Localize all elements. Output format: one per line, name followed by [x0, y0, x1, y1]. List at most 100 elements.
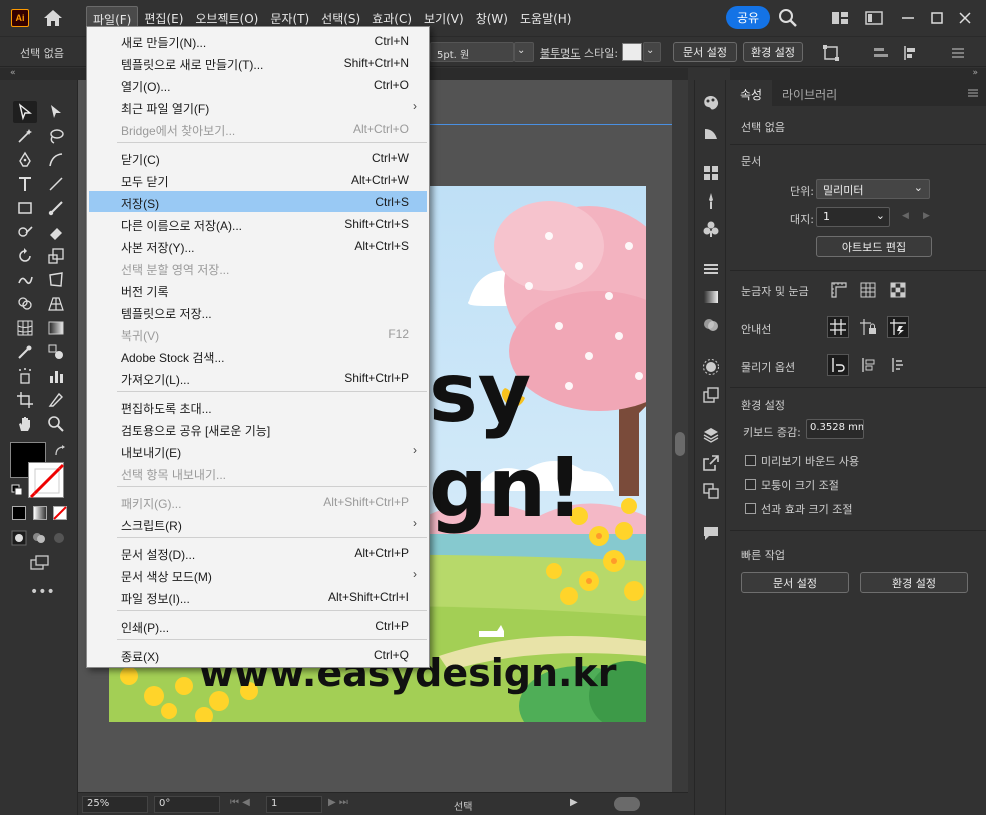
ruler-icon[interactable]	[828, 279, 850, 301]
distribute-icon[interactable]	[902, 44, 926, 62]
quick-preferences-button[interactable]: 환경 설정	[860, 572, 968, 593]
tab-properties[interactable]: 속성	[730, 80, 773, 106]
file-menu-item-close[interactable]: 닫기(C) Ctrl+W	[89, 147, 427, 168]
magic-wand-tool-icon[interactable]	[13, 125, 37, 147]
file-menu-item-share-for-review[interactable]: 검토용으로 공유 [새로운 기능]	[89, 418, 427, 439]
paintbrush-tool-icon[interactable]	[44, 197, 68, 219]
properties-collapse-toggle[interactable]: »	[730, 68, 986, 80]
file-menu-item-search-adobe-stock[interactable]: Adobe Stock 검색...	[89, 345, 427, 366]
layers-panel-icon[interactable]	[702, 426, 720, 444]
properties-menu-icon[interactable]	[966, 86, 980, 100]
file-menu-item-save-as-template[interactable]: 템플릿으로 저장...	[89, 301, 427, 322]
file-menu-item-save-copy[interactable]: 사본 저장(Y)... Alt+Ctrl+S	[89, 235, 427, 256]
warp-tool-icon[interactable]	[13, 269, 37, 291]
status-menu-arrow-icon[interactable]: ▶	[570, 797, 578, 808]
comments-panel-icon[interactable]	[702, 524, 720, 542]
color-mode-icon[interactable]	[12, 506, 26, 520]
file-menu-item-scripts[interactable]: 스크립트(R) ›	[89, 513, 427, 534]
scale-corners-checkbox[interactable]	[745, 479, 756, 490]
column-graph-tool-icon[interactable]	[44, 365, 68, 387]
direct-selection-tool-icon[interactable]	[44, 101, 68, 123]
current-tool-label[interactable]: 선택	[454, 798, 472, 813]
first-artboard-icon[interactable]: ⏮ ◀	[230, 797, 250, 808]
eyedropper-tool-icon[interactable]	[13, 341, 37, 363]
align-icon[interactable]	[872, 44, 890, 62]
keyboard-increment-input[interactable]: 0.3528 mm	[806, 419, 864, 439]
selection-tool-icon[interactable]	[13, 101, 37, 123]
symbol-sprayer-tool-icon[interactable]	[13, 365, 37, 387]
symbols-panel-icon[interactable]	[702, 220, 720, 238]
shaper-tool-icon[interactable]	[13, 221, 37, 243]
artboard-select[interactable]: 1 ⌄	[816, 207, 890, 227]
color-panel-icon[interactable]	[702, 94, 720, 112]
default-fill-stroke-icon[interactable]	[11, 484, 23, 496]
quick-document-setup-button[interactable]: 문서 설정	[741, 572, 849, 593]
grid-icon[interactable]	[857, 279, 879, 301]
units-select[interactable]: 밀리미터 ⌄	[816, 179, 930, 199]
file-menu-item-new[interactable]: 새로 만들기(N)... Ctrl+N	[89, 30, 427, 51]
show-guides-icon[interactable]	[827, 316, 849, 338]
file-menu-item-close-all[interactable]: 모두 닫기 Alt+Ctrl+W	[89, 169, 427, 190]
last-artboard-icon[interactable]: ▶ ⏭	[328, 797, 348, 808]
rotate-tool-icon[interactable]	[13, 245, 37, 267]
maximize-icon[interactable]	[927, 8, 947, 28]
file-menu-item-export[interactable]: 내보내기(E) ›	[89, 440, 427, 461]
file-menu-item-file-info[interactable]: 파일 정보(I)... Alt+Shift+Ctrl+I	[89, 586, 427, 607]
file-menu-item-new-from-template[interactable]: 템플릿으로 새로 만들기(T)... Shift+Ctrl+N	[89, 52, 427, 73]
menu-window[interactable]: 창(W)	[470, 6, 514, 33]
preferences-button[interactable]: 환경 설정	[743, 42, 803, 62]
prev-artboard-icon[interactable]: ◀	[902, 211, 909, 221]
transparency-grid-icon[interactable]	[887, 279, 909, 301]
style-swatch[interactable]	[622, 43, 642, 61]
smart-guides-icon[interactable]	[887, 316, 909, 338]
file-menu-item-exit[interactable]: 종료(X) Ctrl+Q	[89, 644, 427, 665]
lasso-tool-icon[interactable]	[44, 125, 68, 147]
share-button[interactable]: 공유	[726, 6, 770, 29]
file-menu-item-invite-to-edit[interactable]: 편집하도록 초대...	[89, 396, 427, 417]
file-menu-item-open-recent[interactable]: 최근 파일 열기(F) ›	[89, 96, 427, 117]
canvas-vertical-scrollbar[interactable]	[672, 80, 688, 792]
file-menu-item-open[interactable]: 열기(O)... Ctrl+O	[89, 74, 427, 95]
stroke-panel-icon[interactable]	[702, 260, 720, 278]
color-guide-panel-icon[interactable]	[702, 124, 720, 142]
edit-toolbar-icon[interactable]: •••	[30, 584, 55, 600]
workspace-switcher-icon[interactable]	[864, 8, 884, 28]
swap-fill-stroke-icon[interactable]	[53, 444, 67, 458]
opacity-label[interactable]: 불투명도	[540, 45, 580, 61]
snap-to-pixel-icon[interactable]	[857, 354, 879, 376]
file-menu-item-document-color-mode[interactable]: 문서 색상 모드(M) ›	[89, 564, 427, 585]
type-tool-icon[interactable]	[13, 173, 37, 195]
brushes-panel-icon[interactable]	[702, 192, 720, 210]
gradient-mode-icon[interactable]	[33, 506, 47, 520]
style-dropdown-chevron-icon[interactable]: ⌄	[643, 42, 661, 62]
graphic-styles-panel-icon[interactable]	[702, 386, 720, 404]
file-menu-item-save-as[interactable]: 다른 이름으로 저장(A)... Shift+Ctrl+S	[89, 213, 427, 234]
scale-tool-icon[interactable]	[44, 245, 68, 267]
line-segment-tool-icon[interactable]	[44, 173, 68, 195]
minimize-icon[interactable]	[898, 8, 918, 28]
document-setup-button[interactable]: 문서 설정	[673, 42, 737, 62]
zoom-level-field[interactable]: 25%	[82, 796, 148, 813]
lock-guides-icon[interactable]	[857, 316, 879, 338]
draw-inside-icon[interactable]	[51, 530, 67, 546]
scale-strokes-checkbox[interactable]	[745, 503, 756, 514]
snap-to-glyph-icon[interactable]	[887, 354, 909, 376]
close-icon[interactable]	[955, 8, 975, 28]
arrange-documents-icon[interactable]	[830, 8, 850, 28]
vertical-scroll-thumb[interactable]	[675, 432, 685, 456]
artboard-tool-icon[interactable]	[13, 389, 37, 411]
artboard-number-field[interactable]: 1	[266, 796, 322, 813]
hand-tool-icon[interactable]	[13, 413, 37, 435]
artboards-panel-icon[interactable]	[702, 482, 720, 500]
blend-tool-icon[interactable]	[44, 341, 68, 363]
curvature-tool-icon[interactable]	[44, 149, 68, 171]
search-icon[interactable]	[778, 8, 798, 28]
draw-behind-icon[interactable]	[31, 530, 47, 546]
zoom-tool-icon[interactable]	[44, 413, 68, 435]
tab-libraries[interactable]: 라이브러리	[772, 80, 847, 106]
mesh-tool-icon[interactable]	[13, 317, 37, 339]
brush-dropdown-chevron-icon[interactable]: ⌄	[514, 42, 534, 62]
horizontal-scroll-thumb[interactable]	[614, 797, 640, 811]
perspective-grid-tool-icon[interactable]	[44, 293, 68, 315]
gradient-tool-icon[interactable]	[44, 317, 68, 339]
